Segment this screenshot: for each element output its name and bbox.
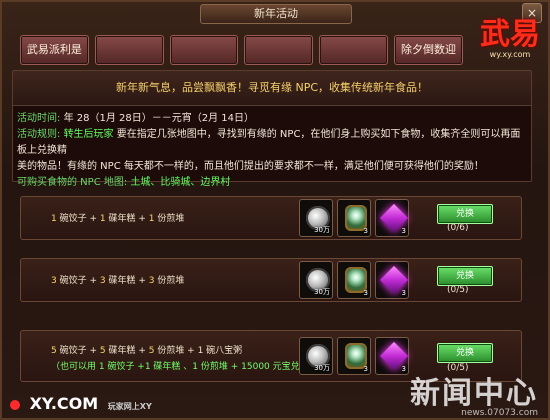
xy-text: XY.COM xyxy=(29,394,99,413)
reward-icons-3: 30万 3 3 xyxy=(299,337,409,375)
r2-item1: 碗饺子 + xyxy=(56,276,100,286)
rules-line2: 美的物品！有缘的 NPC 每天都不一样的，而且他们提出的要求都不一样，满足他们便… xyxy=(17,161,484,172)
silver-coin-icon: 30万 xyxy=(299,199,333,237)
time-value: 年 28（1月 28日）－－元宵（2月 14日） xyxy=(63,113,254,124)
r1-item2: 碟年糕 + xyxy=(105,214,149,224)
emerald-icon: 3 xyxy=(337,261,371,299)
tab-3[interactable] xyxy=(169,35,239,65)
rules-prefix: 转生后玩家 xyxy=(63,129,114,140)
tab-2[interactable] xyxy=(94,35,164,65)
exchange-button[interactable]: 兑换 xyxy=(437,204,493,224)
purple-gem-icon: 3 xyxy=(375,261,409,299)
reward-row-2: 3 碗饺子 + 3 碟年糕 + 3 份煎堆 30万 3 3 兑换 (0/5) xyxy=(20,258,522,302)
reward-text-3b: （也可以用 1 碗饺子 +1 碟年糕 、1 份煎堆 + 15000 元宝兑换） xyxy=(51,359,318,372)
exchange-progress: (0/6) xyxy=(447,223,469,233)
xy-dot-icon xyxy=(10,399,20,410)
r2-item3: 份煎堆 xyxy=(154,276,185,286)
r3-item3: 份煎堆 + 1 碗八宝粥 xyxy=(154,346,243,356)
silver-coin-icon: 30万 xyxy=(299,337,333,375)
rules-label: 活动规则: xyxy=(17,129,61,140)
watermark-main: 新闻中心 xyxy=(410,376,538,411)
xy-tag: 玩家网上XY xyxy=(107,402,152,411)
reward-text-1: 1 碗饺子 + 1 碟年糕 + 1 份煎堆 xyxy=(51,211,184,224)
activity-banner: 新年新气息，品尝飘飘香！寻觅有缘 NPC，收集传统新年食品！ xyxy=(13,71,531,106)
activity-details: 活动时间: 年 28（1月 28日）－－元宵（2月 14日） 活动规则: 转生后… xyxy=(17,111,523,191)
game-logo: 武易 wy.xy.com xyxy=(480,17,540,60)
tab-1[interactable]: 武易派利是 xyxy=(20,35,89,65)
purple-gem-icon: 3 xyxy=(375,199,409,237)
logo-url: wy.xy.com xyxy=(489,50,531,59)
r1-item1: 碗饺子 + xyxy=(56,214,100,224)
silver-coin-icon: 30万 xyxy=(299,261,333,299)
r1-item3: 份煎堆 xyxy=(154,214,185,224)
tab-6[interactable]: 除夕倒数迎 xyxy=(394,35,463,65)
time-label: 活动时间: xyxy=(17,113,61,124)
tab-4[interactable] xyxy=(244,35,314,65)
news-watermark: 新闻中心 news.07073.com xyxy=(410,368,538,418)
r3-item1: 碗饺子 + xyxy=(56,346,100,356)
r3-item2: 碟年糕 + xyxy=(105,346,149,356)
top-tabs: 武易派利是 除夕倒数迎 xyxy=(20,35,463,65)
r2-item2: 碟年糕 + xyxy=(105,276,149,286)
exchange-button[interactable]: 兑换 xyxy=(437,343,493,363)
r3-line2: （也可以用 1 碗饺子 +1 碟年糕 、1 份煎堆 + 15000 元宝兑换） xyxy=(51,362,318,372)
reward-icons-2: 30万 3 3 xyxy=(299,261,409,299)
emerald-icon: 3 xyxy=(337,199,371,237)
window-title: 新年活动 xyxy=(200,4,352,24)
emerald-icon: 3 xyxy=(337,337,371,375)
exchange-button[interactable]: 兑换 xyxy=(437,266,493,286)
xy-logo: XY.COM 玩家网上XY xyxy=(10,394,152,413)
exchange-progress: (0/5) xyxy=(447,285,469,295)
logo-text: 武易 xyxy=(480,17,540,52)
reward-text-3: 5 碗饺子 + 5 碟年糕 + 5 份煎堆 + 1 碗八宝粥 xyxy=(51,343,242,356)
reward-text-2: 3 碗饺子 + 3 碟年糕 + 3 份煎堆 xyxy=(51,273,184,286)
maps-label: 可购买食物的 NPC 地图: xyxy=(17,177,128,188)
maps-value: 土城、比骑城、边界村 xyxy=(130,177,231,188)
info-panel: 新年新气息，品尝飘飘香！寻觅有缘 NPC，收集传统新年食品！ 活动时间: 年 2… xyxy=(12,70,532,188)
tab-5[interactable] xyxy=(319,35,389,65)
reward-icons-1: 30万 3 3 xyxy=(299,199,409,237)
purple-gem-icon: 3 xyxy=(375,337,409,375)
reward-row-1: 1 碗饺子 + 1 碟年糕 + 1 份煎堆 30万 3 3 兑换 (0/6) xyxy=(20,196,522,240)
